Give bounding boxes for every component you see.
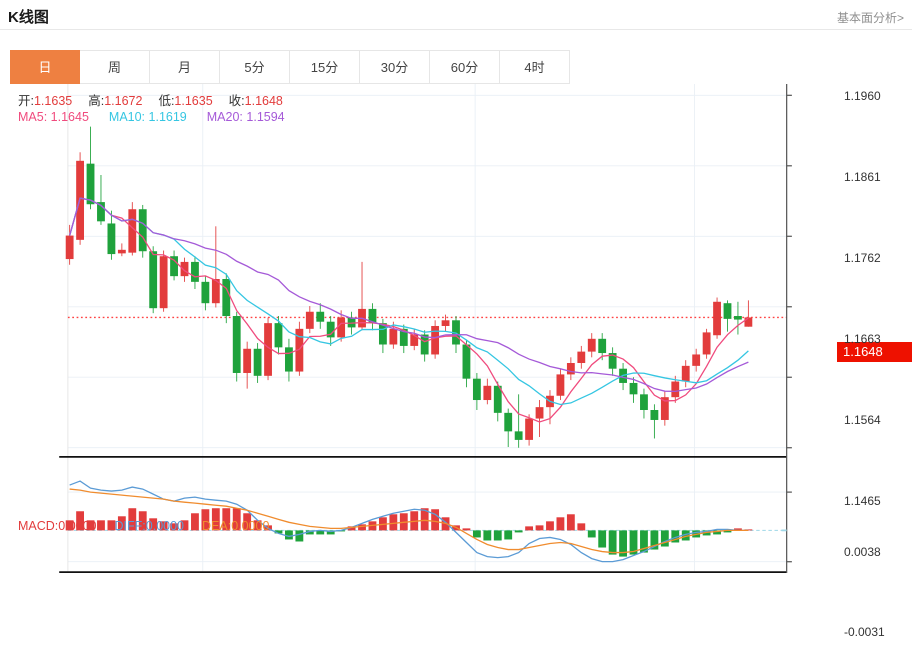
low-value: 1.1635 — [174, 94, 212, 108]
ma10-value: 1.1619 — [149, 110, 187, 124]
tab-60min[interactable]: 60分 — [430, 50, 500, 84]
page-header: K线图 基本面分析> — [0, 0, 912, 30]
tab-5min[interactable]: 5分 — [220, 50, 290, 84]
interval-tabbar: 日 周 月 5分 15分 30分 60分 4时 — [10, 50, 570, 84]
macd-axis-label: 0.0038 — [844, 545, 881, 559]
high-label: 高: — [88, 94, 104, 108]
macd-legend: MACD:0.0000 DIFF:0.0000 DEA:0.0000 — [18, 519, 269, 533]
chart-area: 开:1.1635 高:1.1672 低:1.1635 收:1.1648 MA5:… — [0, 84, 912, 647]
tab-week[interactable]: 周 — [80, 50, 150, 84]
tab-month[interactable]: 月 — [150, 50, 220, 84]
page-title: K线图 — [8, 6, 49, 27]
ma10-label: MA10: — [109, 110, 145, 124]
open-label: 开: — [18, 94, 34, 108]
price-axis-label: 1.1663 — [844, 332, 881, 346]
dea-label: DEA: — [202, 519, 231, 533]
candlestick-chart[interactable] — [0, 84, 912, 647]
high-value: 1.1672 — [104, 94, 142, 108]
dea-value: 0.0000 — [231, 519, 269, 533]
price-axis-label: 1.1465 — [844, 494, 881, 508]
ma-legend: MA5: 1.1645 MA10: 1.1619 MA20: 1.1594 — [18, 110, 285, 124]
macd-label: MACD: — [18, 519, 58, 533]
ma5-value: 1.1645 — [51, 110, 89, 124]
fundamental-analysis-link[interactable]: 基本面分析> — [837, 9, 904, 26]
tab-30min[interactable]: 30分 — [360, 50, 430, 84]
open-value: 1.1635 — [34, 94, 72, 108]
ma5-label: MA5: — [18, 110, 47, 124]
close-value: 1.1648 — [245, 94, 283, 108]
close-label: 收: — [229, 94, 245, 108]
ma20-label: MA20: — [207, 110, 243, 124]
ohlc-legend: 开:1.1635 高:1.1672 低:1.1635 收:1.1648 — [18, 90, 283, 109]
tab-day[interactable]: 日 — [10, 50, 80, 84]
price-axis-label: 1.1762 — [844, 251, 881, 265]
price-axis-label: 1.1564 — [844, 413, 881, 427]
macd-value: 0.0000 — [58, 519, 96, 533]
price-axis-label: 1.1960 — [844, 89, 881, 103]
price-axis-label: 1.1861 — [844, 170, 881, 184]
ma20-value: 1.1594 — [246, 110, 284, 124]
diff-value: 0.0000 — [146, 519, 184, 533]
diff-label: DIFF: — [115, 519, 146, 533]
tab-4hour[interactable]: 4时 — [500, 50, 570, 84]
tab-15min[interactable]: 15分 — [290, 50, 360, 84]
macd-axis-label: -0.0031 — [844, 625, 885, 639]
low-label: 低: — [158, 94, 174, 108]
